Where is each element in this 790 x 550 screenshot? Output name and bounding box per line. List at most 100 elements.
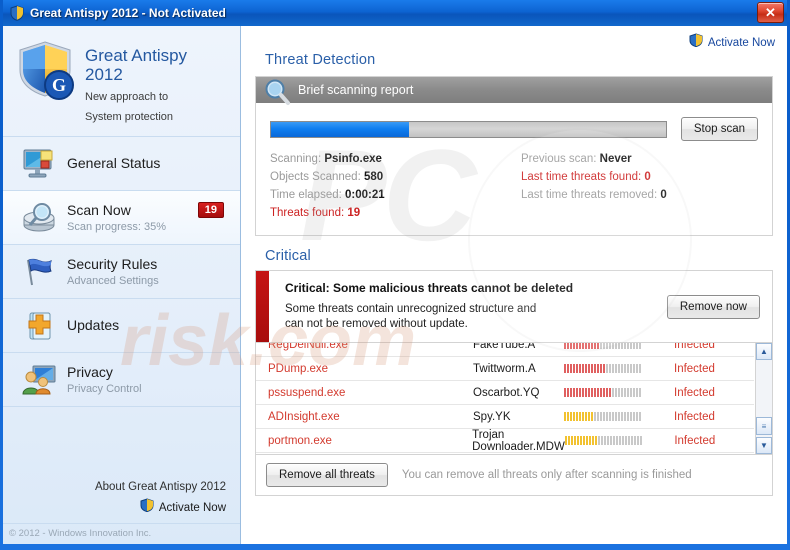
activate-now-link[interactable]: Activate Now <box>689 33 775 52</box>
threat-rows: RegDelNull.exe FakeTube.A Infected PDump.ex… <box>256 343 754 453</box>
critical-body: Critical: Some malicious threats cannot … <box>269 271 772 342</box>
stat-previous-scan: Previous scan: Never <box>521 153 758 165</box>
table-row[interactable]: RegDelNull.exe FakeTube.A Infected <box>256 343 754 357</box>
stat-label: Last time threats removed: <box>521 189 658 201</box>
remove-now-button[interactable]: Remove now <box>666 294 760 319</box>
scrollbar-thumb[interactable]: ≡ <box>756 417 772 435</box>
sidebar-item-labels: Updates <box>67 317 230 334</box>
threat-list: RegDelNull.exe FakeTube.A Infected PDump.ex… <box>255 343 773 455</box>
brand-shield-icon: G <box>15 40 77 102</box>
sidebar-item-privacy[interactable]: Privacy Privacy Control <box>3 353 240 407</box>
title-bar: Great Antispy 2012 - Not Activated ✕ <box>3 0 787 26</box>
threat-file-name: RegDelNull.exe <box>268 343 348 351</box>
threat-name: FakeTube.A <box>473 343 536 351</box>
stat-label: Last time threats found: <box>521 171 642 183</box>
critical-heading: Critical <box>265 248 311 264</box>
status-badge: Infected <box>674 386 715 399</box>
stat-value: 19 <box>347 207 361 219</box>
stat-value: Never <box>599 153 632 165</box>
threat-count-badge: 19 <box>197 202 224 218</box>
severity-meter <box>564 436 675 445</box>
sidebar-activate-now-link[interactable]: Activate Now <box>140 498 226 517</box>
sidebar-item-subtitle: Advanced Settings <box>67 274 159 287</box>
stat-scanning: Scanning: Psinfo.exe <box>270 153 507 165</box>
stat-value: 580 <box>363 171 384 183</box>
stat-last-time-threats-removed: Last time threats removed: 0 <box>521 189 758 201</box>
flag-icon <box>21 255 57 289</box>
stat-label: Time elapsed: <box>270 189 342 201</box>
threat-name: Twittworm.A <box>473 362 536 375</box>
sidebar-item-subtitle: Privacy Control <box>67 382 142 395</box>
threat-file-name: portmon.exe <box>268 434 332 447</box>
updates-icon <box>21 309 57 343</box>
sidebar-item-security-rules[interactable]: Security Rules Advanced Settings <box>3 245 240 299</box>
threat-name: Spy.YK <box>473 410 511 423</box>
status-badge: Infected <box>674 410 715 423</box>
sidebar-item-general-status[interactable]: General Status <box>3 137 240 191</box>
app-shield-icon <box>9 5 25 21</box>
severity-meter <box>564 388 674 397</box>
brand-text: Great Antispy 2012 New approach to Syste… <box>85 40 187 124</box>
sidebar-activate-label: Activate Now <box>158 501 226 514</box>
critical-panel: Critical: Some malicious threats cannot … <box>255 270 773 343</box>
stat-value: 0 <box>660 189 667 201</box>
copyright-text: © 2012 - Windows Innovation Inc. <box>3 523 240 544</box>
status-badge: Infected <box>674 434 716 447</box>
application-window: Great Antispy 2012 - Not Activated ✕ G G… <box>0 0 790 550</box>
sidebar-item-title: Security Rules <box>67 255 158 272</box>
shield-icon <box>689 33 703 52</box>
status-badge: Infected <box>674 362 715 375</box>
critical-text: Critical: Some malicious threats cannot … <box>285 281 667 332</box>
sidebar-nav: General Status Scan Now Scan progress: 3… <box>3 136 240 407</box>
remove-all-threats-button[interactable]: Remove all threats <box>266 463 388 487</box>
magnifier-icon <box>262 77 292 107</box>
brand-tagline-line2: System protection <box>85 111 174 123</box>
threat-list-scrollbar[interactable]: ▲ ≡ ▼ <box>755 343 772 454</box>
stat-value: 0:00:21 <box>345 189 385 201</box>
status-badge: Infected <box>674 343 715 351</box>
severity-meter <box>564 343 674 349</box>
critical-stripe <box>256 271 269 342</box>
scan-stats: Scanning: Psinfo.exe Objects Scanned: 58… <box>270 153 758 225</box>
sidebar-item-updates[interactable]: Updates <box>3 299 240 353</box>
stat-value: Psinfo.exe <box>324 153 382 165</box>
shield-icon <box>140 498 154 517</box>
table-row[interactable]: pssuspend.exe Oscarbot.YQ Infected <box>256 381 754 405</box>
threat-name: Trojan Downloader.MDW <box>472 428 565 453</box>
svg-text:G: G <box>52 75 66 95</box>
scanning-report-panel: Brief scanning report Stop scan Scanning… <box>255 76 773 236</box>
sidebar-item-title: Scan Now <box>67 201 131 218</box>
critical-title: Critical: Some malicious threats cannot … <box>285 281 574 295</box>
table-row[interactable]: PDump.exe Twittworm.A Infected <box>256 357 754 381</box>
close-button[interactable]: ✕ <box>757 2 784 23</box>
window-title: Great Antispy 2012 - Not Activated <box>30 6 226 20</box>
threat-file-name: PDump.exe <box>268 362 329 375</box>
threat-name: Oscarbot.YQ <box>473 386 540 399</box>
scanning-report-header: Brief scanning report <box>256 77 772 105</box>
stat-label: Scanning: <box>270 153 322 165</box>
scroll-up-button[interactable]: ▲ <box>756 343 772 360</box>
window-body: G Great Antispy 2012 New approach to Sys… <box>3 26 787 544</box>
table-row[interactable]: ADInsight.exe Spy.YK Infected <box>256 405 754 429</box>
progress-row: Stop scan <box>270 117 758 141</box>
sidebar-item-labels: General Status <box>67 155 230 172</box>
brand-name-line1: Great Antispy <box>85 46 188 65</box>
sidebar-item-title: General Status <box>67 155 161 171</box>
brand-block: G Great Antispy 2012 New approach to Sys… <box>3 26 240 136</box>
sidebar-item-labels: Scan Now Scan progress: 35% <box>67 202 188 234</box>
main-content: Activate Now Threat Detection Brief scan… <box>241 26 787 544</box>
scanning-report-title: Brief scanning report <box>298 83 414 97</box>
severity-meter <box>564 364 674 373</box>
brand-name-line2: 2012 <box>85 65 123 84</box>
scroll-down-button[interactable]: ▼ <box>756 437 772 454</box>
severity-meter <box>564 412 674 421</box>
stat-value: 0 <box>644 171 651 183</box>
stat-objects-scanned: Objects Scanned: 580 <box>270 171 507 183</box>
table-row[interactable]: portmon.exe Trojan Downloader.MDW Infected <box>256 429 754 453</box>
threat-file-name: pssuspend.exe <box>268 386 346 399</box>
about-link[interactable]: About Great Antispy 2012 <box>3 481 226 493</box>
remove-all-note: You can remove all threats only after sc… <box>401 469 692 481</box>
sidebar-item-scan-now[interactable]: Scan Now Scan progress: 35% 19 <box>3 191 240 245</box>
stop-scan-button[interactable]: Stop scan <box>680 117 758 141</box>
scanning-report-body: Stop scan Scanning: Psinfo.exe Objects S… <box>256 103 772 235</box>
